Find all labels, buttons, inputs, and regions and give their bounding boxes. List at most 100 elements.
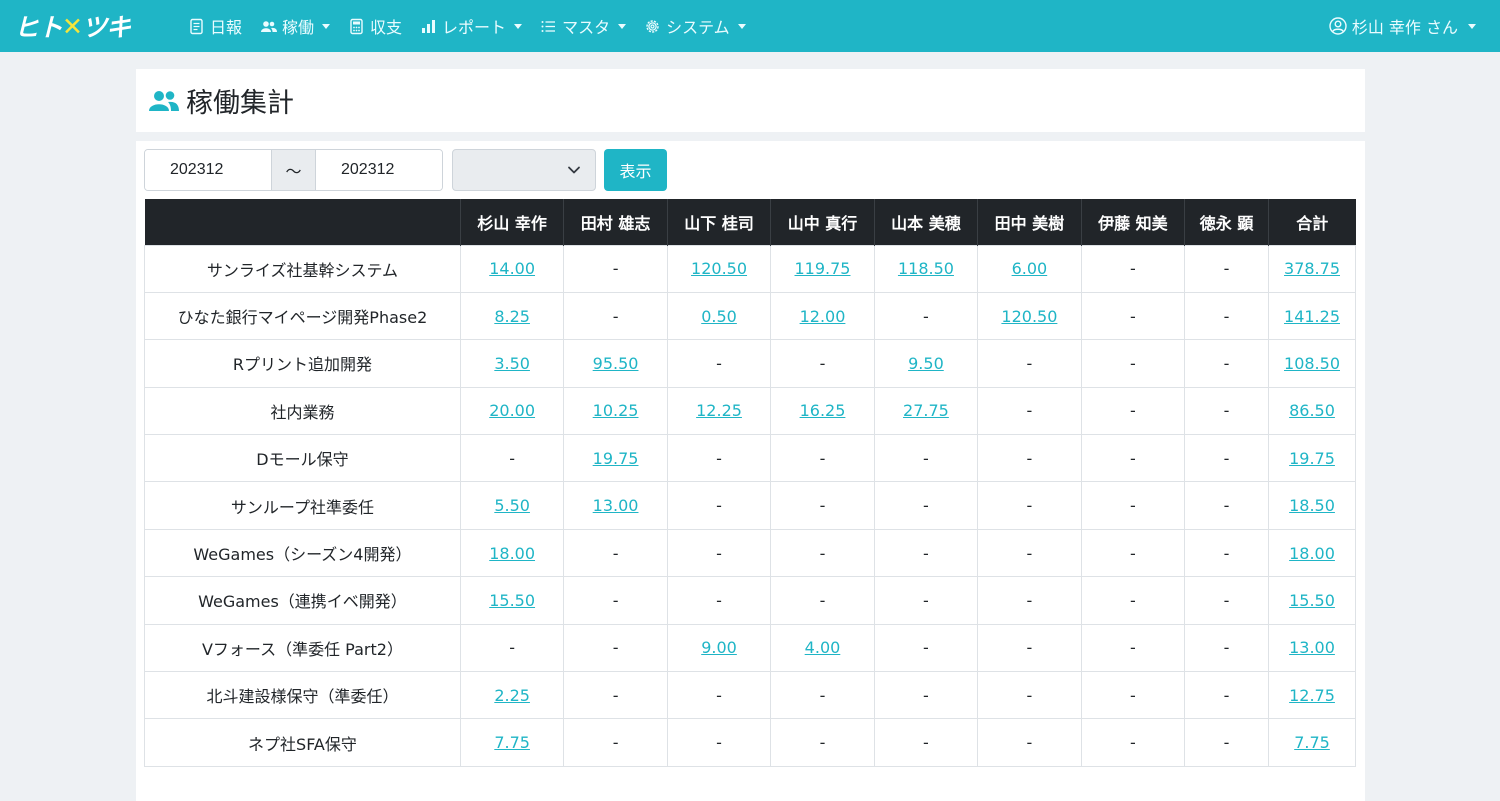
total-hours-link[interactable]: 141.25: [1284, 307, 1340, 326]
period-from-input[interactable]: [145, 150, 271, 190]
hours-cell: 4.00: [770, 623, 875, 673]
hours-link[interactable]: 16.25: [800, 401, 846, 420]
hours-link[interactable]: 12.00: [800, 307, 846, 326]
hours-link[interactable]: 14.00: [489, 259, 535, 278]
empty-cell: -: [977, 339, 1082, 388]
total-hours-link[interactable]: 19.75: [1289, 449, 1335, 468]
empty-cell: -: [666, 718, 772, 767]
empty-cell: -: [1184, 576, 1270, 625]
hours-link[interactable]: 95.50: [593, 354, 639, 373]
table-row: Vフォース（準委任 Part2） - -9.00 4.00- - - -13.00: [144, 623, 1356, 673]
hours-link[interactable]: 3.50: [494, 354, 530, 373]
report-card: 〜 表示 杉山 幸作田村 雄志山下 桂司山中 真行山本 美穂田中 美樹伊藤 知美…: [136, 141, 1365, 801]
hours-cell: 12.25: [666, 386, 772, 436]
header-member: 山中 真行: [770, 199, 875, 245]
hours-cell: 2.25: [459, 671, 565, 720]
hours-cell: 12.75: [1268, 671, 1356, 720]
hours-link[interactable]: 27.75: [903, 401, 949, 420]
total-hours-link[interactable]: 108.50: [1284, 354, 1340, 373]
hours-link[interactable]: 9.00: [701, 638, 737, 657]
table-row: Rプリント追加開発 3.50 95.50- -9.50- - -108.50: [144, 339, 1356, 388]
nav-item-4[interactable]: マスタ: [540, 0, 635, 52]
hours-link[interactable]: 4.00: [805, 638, 841, 657]
hours-link[interactable]: 120.50: [1001, 307, 1057, 326]
total-hours-link[interactable]: 18.00: [1289, 544, 1335, 563]
filter-select[interactable]: [452, 149, 596, 191]
hours-link[interactable]: 18.00: [489, 544, 535, 563]
hours-cell: 15.50: [459, 576, 565, 625]
hours-link[interactable]: 10.25: [593, 401, 639, 420]
total-hours-link[interactable]: 378.75: [1284, 259, 1340, 278]
empty-cell: -: [1080, 291, 1186, 341]
table-row: サンループ社準委任 5.50 13.00- - - - - -18.50: [144, 481, 1356, 530]
nav-item-2[interactable]: 収支: [348, 0, 411, 52]
total-hours-link[interactable]: 7.75: [1294, 733, 1330, 752]
empty-cell: -: [1080, 528, 1186, 578]
project-name: 社内業務: [144, 386, 461, 436]
empty-cell: -: [1184, 386, 1270, 436]
empty-cell: -: [1080, 386, 1186, 436]
table-row: サンライズ社基幹システム 14.00 - 120.50 119.75 118.50 6.00…: [144, 244, 1356, 293]
header-member: 山下 桂司: [666, 199, 771, 245]
nav-item-3[interactable]: レポート: [420, 0, 531, 52]
hours-cell: 13.00: [1268, 623, 1356, 673]
empty-cell: -: [1080, 434, 1186, 483]
total-hours-link[interactable]: 18.50: [1289, 496, 1335, 515]
hours-link[interactable]: 8.25: [494, 307, 530, 326]
hours-link[interactable]: 12.25: [696, 401, 742, 420]
total-hours-link[interactable]: 13.00: [1289, 638, 1335, 657]
empty-cell: -: [1080, 718, 1186, 767]
hours-link[interactable]: 5.50: [494, 496, 530, 515]
header-member: 杉山 幸作: [459, 199, 564, 245]
nav-item-label: システム: [666, 18, 730, 37]
range-separator: 〜: [271, 150, 316, 190]
hours-link[interactable]: 0.50: [701, 307, 737, 326]
user-menu[interactable]: 杉山 幸作 さん: [1329, 0, 1476, 52]
total-hours-link[interactable]: 15.50: [1289, 591, 1335, 610]
project-name: WeGames（シーズン4開発）: [144, 528, 461, 578]
hours-link[interactable]: 19.75: [593, 449, 639, 468]
brand-logo[interactable]: ヒト ✕ ツキ: [14, 11, 162, 43]
empty-cell: -: [770, 671, 875, 720]
bar-chart-icon: [422, 19, 436, 33]
hours-cell: 15.50: [1268, 576, 1356, 625]
empty-cell: -: [977, 623, 1082, 673]
hours-link[interactable]: 7.75: [494, 733, 530, 752]
hours-link[interactable]: 6.00: [1012, 259, 1048, 278]
nav-item-1[interactable]: 稼働: [260, 0, 339, 52]
hours-link[interactable]: 20.00: [489, 401, 535, 420]
total-hours-link[interactable]: 86.50: [1289, 401, 1335, 420]
page-header: 稼働集計: [136, 69, 1365, 132]
empty-cell: -: [873, 671, 979, 720]
hours-cell: 13.00: [563, 481, 668, 530]
empty-cell: -: [873, 718, 979, 767]
hours-link[interactable]: 9.50: [908, 354, 944, 373]
empty-cell: -: [563, 718, 668, 767]
hours-link[interactable]: 120.50: [691, 259, 747, 278]
table-row: ひなた銀行マイページ開発Phase2 8.25 - 0.50 12.00 - 120.50 -…: [144, 291, 1356, 341]
nav-item-label: 収支: [370, 18, 403, 37]
empty-cell: -: [563, 244, 668, 293]
show-button[interactable]: 表示: [604, 149, 667, 191]
hours-link[interactable]: 13.00: [593, 496, 639, 515]
hours-link[interactable]: 118.50: [898, 259, 954, 278]
project-name: サンループ社準委任: [144, 481, 461, 530]
empty-cell: -: [1184, 528, 1270, 578]
hours-link[interactable]: 119.75: [795, 259, 851, 278]
empty-cell: -: [1080, 671, 1186, 720]
chevron-down-icon: [737, 23, 746, 29]
nav-item-5[interactable]: システム: [644, 0, 755, 52]
period-to-input[interactable]: [316, 150, 442, 190]
nav-item-0[interactable]: 日報: [188, 0, 251, 52]
hours-link[interactable]: 15.50: [489, 591, 535, 610]
period-range: 〜: [144, 149, 443, 191]
chevron-down-icon: [322, 23, 331, 29]
hours-cell: 19.75: [1268, 434, 1356, 483]
gear-icon: [646, 19, 659, 33]
empty-cell: -: [1184, 481, 1270, 530]
total-hours-link[interactable]: 12.75: [1289, 686, 1335, 705]
empty-cell: -: [770, 434, 875, 483]
hours-cell: 16.25: [770, 386, 875, 436]
chevron-down-icon: [1468, 23, 1476, 29]
hours-link[interactable]: 2.25: [494, 686, 530, 705]
